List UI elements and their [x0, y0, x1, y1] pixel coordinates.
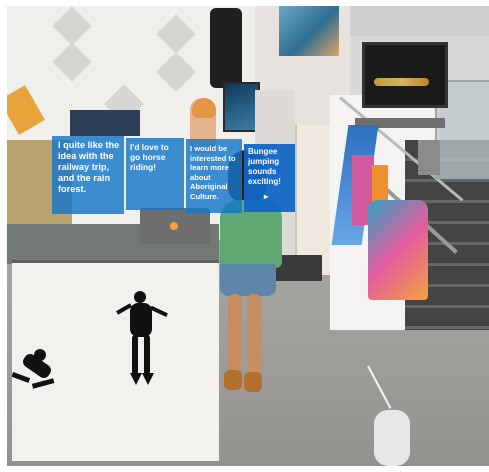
guide-avatar-shorts: [220, 264, 276, 296]
shelf-box: [418, 140, 440, 175]
poster-diver: [279, 6, 339, 56]
fins-display: [368, 200, 428, 300]
mannequin-hair: [192, 98, 216, 118]
tv-light: [374, 78, 429, 86]
reception-counter: [11, 260, 219, 461]
dialog-option-railway-rainforest[interactable]: I quite like the idea with the railway t…: [52, 136, 124, 214]
dialog-option-label: Bungee jumping sounds exciting!: [248, 147, 281, 186]
frame-border-bottom: [0, 466, 489, 472]
guide-avatar-shoe: [224, 370, 242, 390]
dialog-option-label: I would be interested to learn more abou…: [190, 144, 236, 201]
dialog-option-aboriginal-culture[interactable]: I would be interested to learn more abou…: [186, 139, 242, 213]
frame-border-left: [0, 0, 7, 472]
dialog-option-label: I quite like the idea with the railway t…: [58, 140, 120, 194]
guide-avatar-shoe: [244, 372, 262, 392]
diver-silhouettes: [11, 291, 168, 389]
laptop-logo: [170, 222, 178, 230]
shop-logo-panel: [70, 110, 140, 136]
vr-controller: [374, 410, 410, 466]
dialog-option-horse-riding[interactable]: I'd love to go horse riding!: [126, 138, 184, 210]
tv-screen: [362, 42, 448, 108]
guide-avatar-leg: [247, 294, 261, 374]
dialog-option-bungee-jumping[interactable]: Bungee jumping sounds exciting! ▸: [244, 144, 295, 212]
dialog-option-label: I'd love to go horse riding!: [130, 142, 169, 172]
dive-vest: [210, 8, 242, 88]
guide-avatar-leg: [228, 294, 242, 372]
vr-scene: I quite like the idea with the railway t…: [0, 0, 489, 472]
frame-border-top: [0, 0, 489, 6]
triangle-icon: ▸: [264, 192, 269, 201]
ceiling: [350, 6, 489, 36]
